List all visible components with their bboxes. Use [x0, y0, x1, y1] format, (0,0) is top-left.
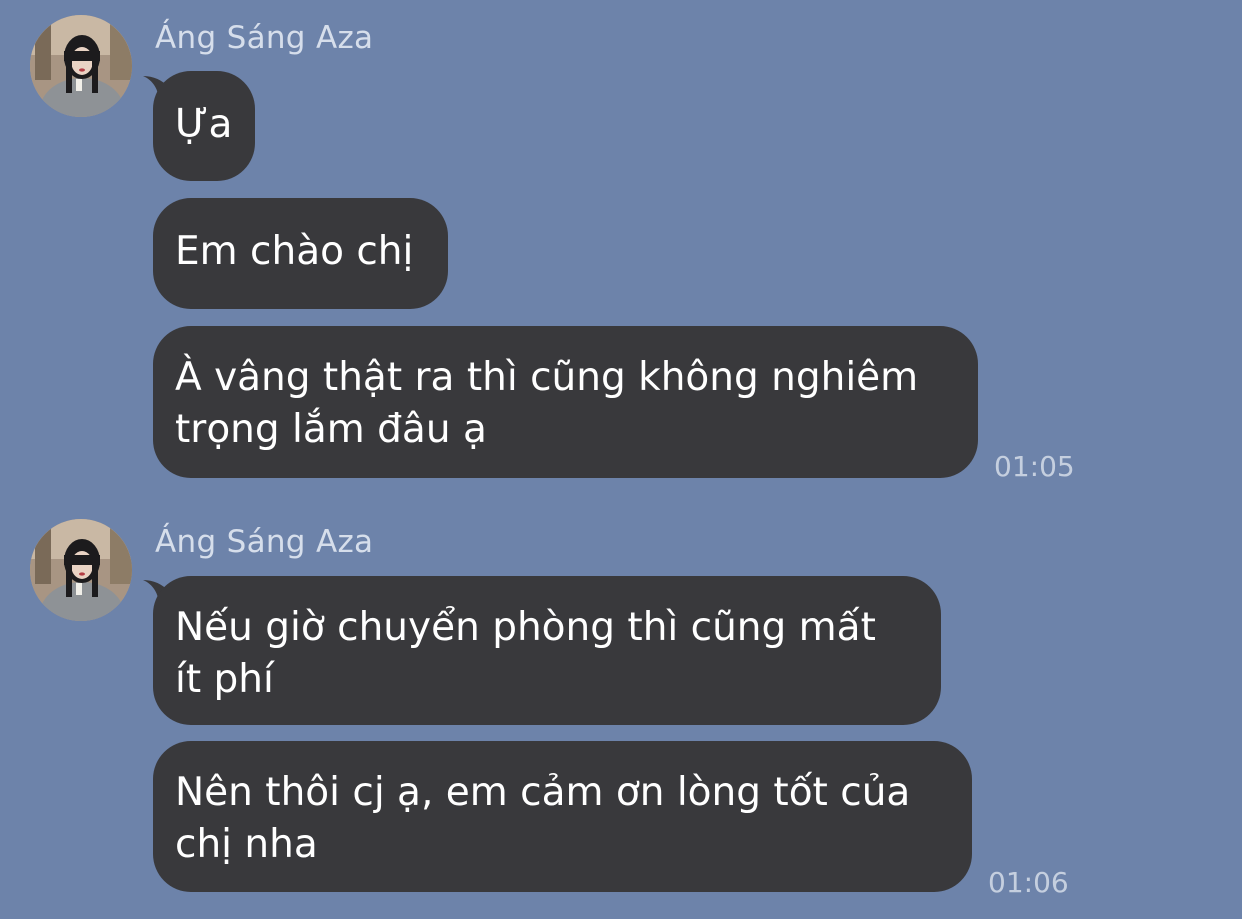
message-text-line: À vâng thật ra thì cũng không nghiêm: [175, 355, 919, 400]
message-time: 01:05: [994, 450, 1075, 483]
sender-name: Áng Sáng Aza: [155, 524, 374, 560]
message-text-line: trọng lắm đâu ạ: [175, 407, 487, 452]
message-bubble[interactable]: Nếu giờ chuyển phòng thì cũng mất ít phí: [153, 576, 941, 725]
message-bubble[interactable]: À vâng thật ra thì cũng không nghiêm trọ…: [153, 326, 978, 478]
avatar[interactable]: [30, 15, 132, 117]
avatar[interactable]: [30, 519, 132, 621]
message-bubble[interactable]: Nên thôi cj ạ, em cảm ơn lòng tốt của ch…: [153, 741, 972, 892]
message-text: Ựa: [175, 102, 233, 147]
message-bubble[interactable]: Ựa: [153, 71, 255, 181]
chat-area[interactable]: Áng Sáng Aza Ựa Em chào chị À vâng thật …: [0, 0, 1242, 919]
message-text: Em chào chị: [175, 229, 414, 274]
sender-name: Áng Sáng Aza: [155, 20, 374, 56]
message-text-line: ít phí: [175, 657, 274, 702]
avatar-photo-icon: [30, 15, 132, 117]
message-text-line: Nếu giờ chuyển phòng thì cũng mất: [175, 605, 876, 650]
avatar-photo-icon: [30, 519, 132, 621]
message-text-line: Nên thôi cj ạ, em cảm ơn lòng tốt của: [175, 770, 911, 815]
message-text-line: chị nha: [175, 822, 318, 867]
message-bubble[interactable]: Em chào chị: [153, 198, 448, 309]
message-time: 01:06: [988, 866, 1069, 899]
